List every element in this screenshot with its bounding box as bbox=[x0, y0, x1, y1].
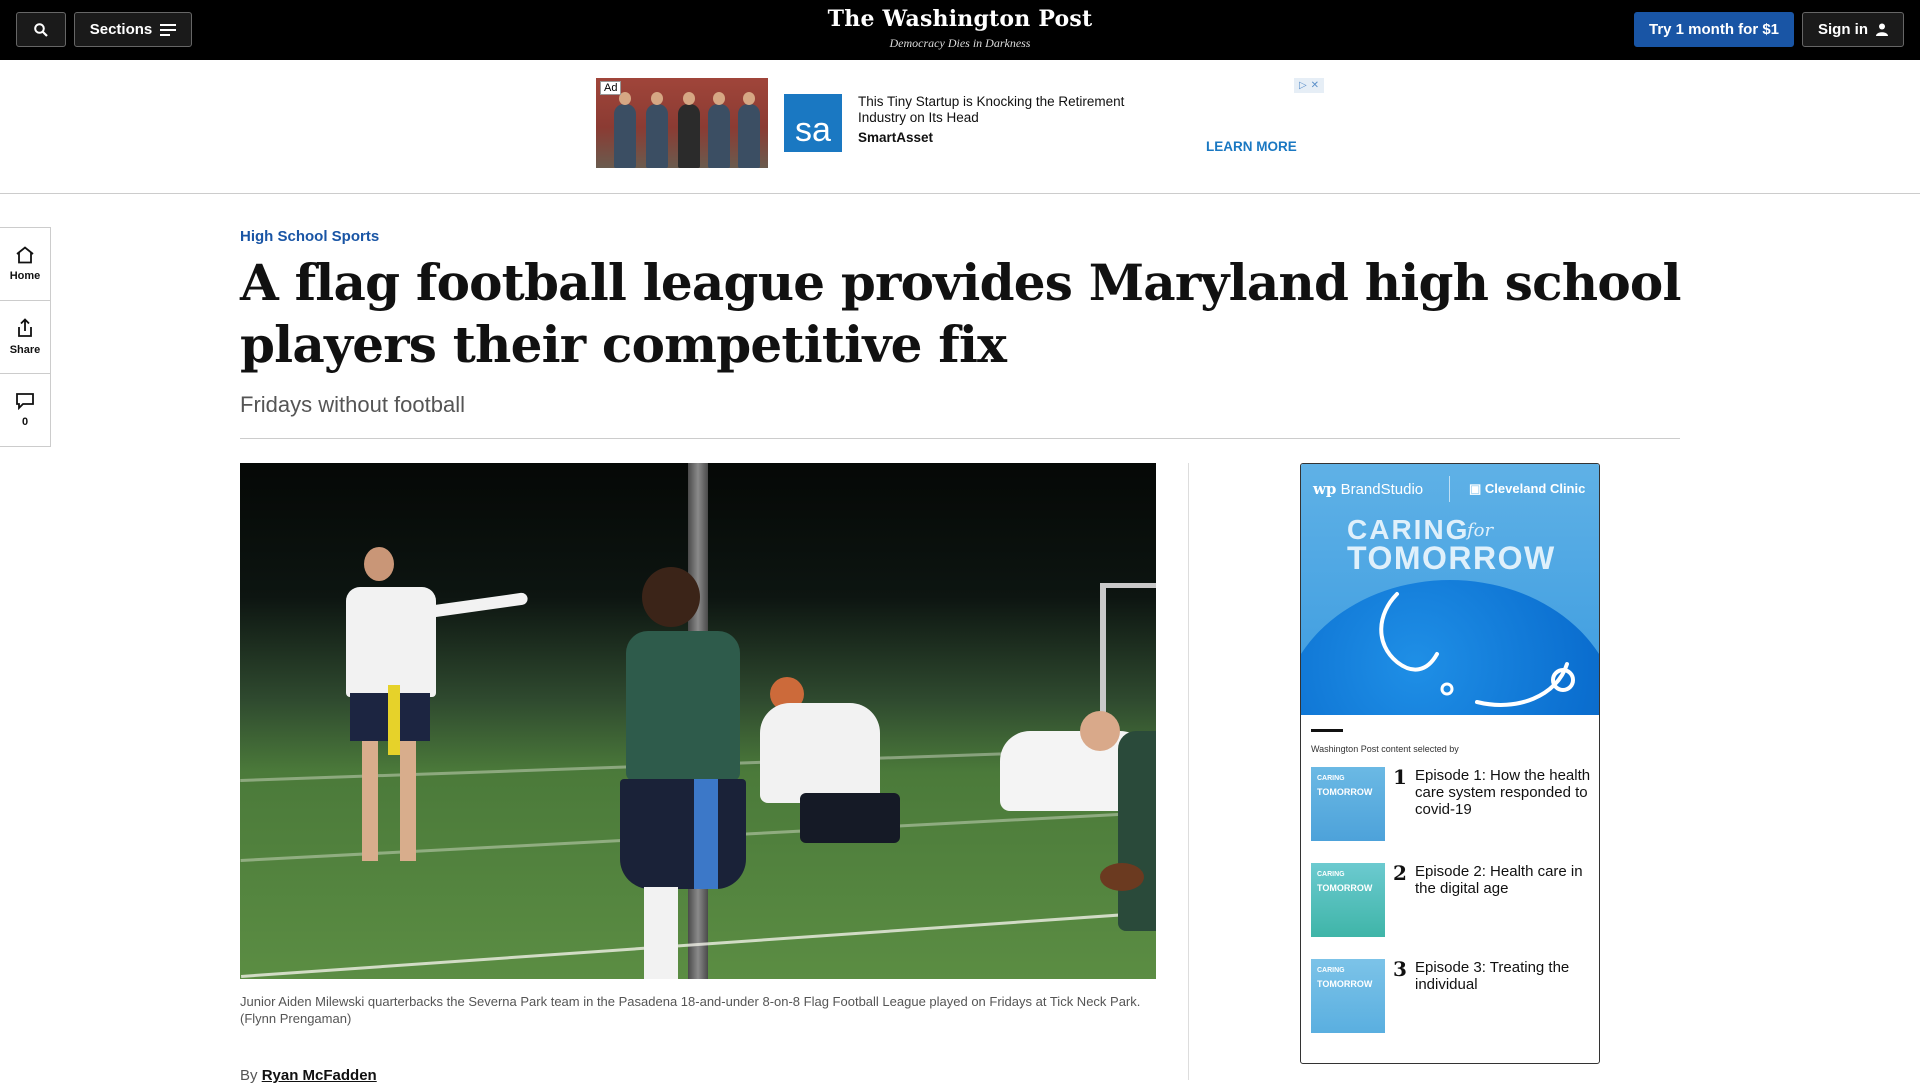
player-shorts bbox=[620, 779, 746, 889]
player-leg bbox=[400, 741, 416, 861]
brand-studio-module: wp BrandStudio ▣ Cleveland Clinic CARING… bbox=[1300, 463, 1600, 1064]
episode-item[interactable]: CARING TOMORROW 2 Episode 2: Health care… bbox=[1311, 861, 1591, 939]
ad-brand-name[interactable]: SmartAsset bbox=[858, 130, 933, 145]
ad-photo-person bbox=[678, 92, 700, 168]
masthead-tagline: Democracy Dies in Darkness bbox=[889, 36, 1031, 50]
episode-thumbnail[interactable]: CARING TOMORROW bbox=[1311, 767, 1385, 841]
module-accent-bar bbox=[1311, 729, 1343, 732]
sections-button[interactable]: Sections bbox=[74, 12, 192, 47]
episode-thumbnail[interactable]: CARING TOMORROW bbox=[1311, 863, 1385, 937]
subscribe-offer-button[interactable]: Try 1 month for $1 bbox=[1634, 12, 1794, 47]
episode-title-link[interactable]: Episode 1: How the health care system re… bbox=[1415, 767, 1591, 818]
episode-thumbnail[interactable]: CARING TOMORROW bbox=[1311, 959, 1385, 1033]
goal-crossbar bbox=[1100, 583, 1156, 588]
stethoscope-icon bbox=[1379, 592, 1575, 707]
player-head bbox=[364, 547, 394, 581]
wp-monogram-icon: wp bbox=[1313, 480, 1337, 498]
article-subheadline: Fridays without football bbox=[240, 392, 465, 417]
player-leg bbox=[362, 741, 378, 861]
ad-team-photo[interactable]: Ad bbox=[596, 78, 768, 168]
ad-learn-more-link[interactable]: LEARN MORE bbox=[1206, 139, 1297, 154]
comments-count: 0 bbox=[21, 416, 29, 428]
comments-button[interactable]: 0 bbox=[0, 374, 50, 446]
wp-brandstudio-logo: wp BrandStudio bbox=[1313, 480, 1423, 498]
ad-photo-person bbox=[708, 92, 730, 168]
byline-prefix: By bbox=[240, 1067, 258, 1084]
sign-in-label: Sign in bbox=[1818, 21, 1868, 38]
ad-photo-person bbox=[646, 92, 668, 168]
share-icon bbox=[18, 318, 32, 337]
player-head bbox=[1080, 711, 1120, 751]
episode-number: 3 bbox=[1393, 957, 1407, 981]
search-icon bbox=[34, 22, 48, 37]
thumb-caring: CARING bbox=[1317, 775, 1345, 782]
top-ad-banner: Ad sa This Tiny Startup is Knocking the … bbox=[0, 60, 1920, 194]
home-icon bbox=[16, 246, 34, 264]
sign-in-button[interactable]: Sign in bbox=[1802, 12, 1904, 47]
home-button[interactable]: Home bbox=[0, 228, 50, 301]
article-headline: A flag football league provides Maryland… bbox=[240, 253, 1681, 374]
user-icon bbox=[1876, 23, 1888, 36]
share-button[interactable]: Share bbox=[0, 301, 50, 374]
share-label: Share bbox=[9, 344, 41, 356]
thumb-tomorrow: TOMORROW bbox=[1317, 883, 1373, 893]
episode-number: 2 bbox=[1393, 861, 1407, 885]
smartasset-logo[interactable]: sa bbox=[784, 94, 842, 152]
smartasset-ad[interactable]: Ad sa This Tiny Startup is Knocking the … bbox=[596, 78, 1324, 168]
lead-photo[interactable] bbox=[240, 463, 1156, 979]
cleveland-clinic-logo: ▣ Cleveland Clinic bbox=[1469, 481, 1585, 497]
search-button[interactable] bbox=[16, 12, 66, 47]
episode-item[interactable]: CARING TOMORROW 3 Episode 3: Treating th… bbox=[1311, 957, 1591, 1035]
player-head bbox=[642, 567, 700, 627]
blue-flag bbox=[694, 779, 718, 889]
episode-title-link[interactable]: Episode 3: Treating the individual bbox=[1415, 959, 1591, 993]
thumb-tomorrow: TOMORROW bbox=[1317, 787, 1373, 797]
hero-tomorrow: TOMORROW bbox=[1347, 540, 1556, 576]
sponsor-name: Cleveland Clinic bbox=[1484, 481, 1586, 496]
player-jersey bbox=[760, 703, 880, 803]
player-leg bbox=[644, 887, 678, 979]
column-divider bbox=[1188, 463, 1189, 1080]
top-navigation-bar: Sections The Washington Post Democracy D… bbox=[0, 0, 1920, 60]
thumb-tomorrow: TOMORROW bbox=[1317, 979, 1373, 989]
home-label: Home bbox=[9, 270, 41, 282]
player-jersey bbox=[346, 587, 436, 697]
cleveland-clinic-icon: ▣ bbox=[1469, 481, 1482, 496]
brandstudio-label: BrandStudio bbox=[1340, 481, 1424, 498]
author-link[interactable]: Ryan McFadden bbox=[262, 1067, 377, 1084]
episode-number: 1 bbox=[1393, 765, 1407, 789]
washington-post-logo[interactable]: The Washington Post bbox=[760, 6, 1160, 32]
ad-headline[interactable]: This Tiny Startup is Knocking the Retire… bbox=[858, 94, 1158, 126]
ad-photo-person bbox=[614, 92, 636, 168]
sections-label: Sections bbox=[89, 21, 153, 38]
green-jersey bbox=[626, 631, 740, 781]
photo-caption: Junior Aiden Milewski quarterbacks the S… bbox=[240, 994, 1141, 1026]
yellow-flag bbox=[388, 685, 400, 755]
player-shorts bbox=[800, 793, 900, 843]
adchoices-triangle-icon: ▷ bbox=[1298, 80, 1307, 91]
player-jersey bbox=[1118, 731, 1156, 931]
football bbox=[1100, 863, 1144, 891]
byline: By Ryan McFadden bbox=[240, 1067, 377, 1084]
ad-label: Ad bbox=[600, 81, 622, 95]
caring-for-tomorrow-banner[interactable]: wp BrandStudio ▣ Cleveland Clinic CARING… bbox=[1301, 464, 1599, 715]
player-arm bbox=[427, 592, 529, 618]
episode-item[interactable]: CARING TOMORROW 1 Episode 1: How the hea… bbox=[1311, 765, 1591, 843]
masthead[interactable]: The Washington Post Democracy Dies in Da… bbox=[760, 6, 1160, 51]
thumb-caring: CARING bbox=[1317, 967, 1345, 974]
ad-close-icon[interactable]: ✕ bbox=[1311, 80, 1319, 91]
article-action-rail: Home Share 0 bbox=[0, 227, 51, 447]
menu-icon bbox=[160, 23, 177, 36]
section-kicker-link[interactable]: High School Sports bbox=[240, 228, 379, 245]
header-divider bbox=[240, 438, 1680, 439]
ad-photo-person bbox=[738, 92, 760, 168]
comment-icon bbox=[16, 393, 34, 410]
hero-for: for bbox=[1467, 520, 1494, 541]
thumb-caring: CARING bbox=[1317, 871, 1345, 878]
sponsor-note: Washington Post content selected by bbox=[1311, 744, 1459, 754]
ad-choices-icon[interactable]: ▷ ✕ bbox=[1294, 78, 1324, 93]
logo-divider bbox=[1449, 476, 1450, 502]
episode-title-link[interactable]: Episode 2: Health care in the digital ag… bbox=[1415, 863, 1591, 897]
